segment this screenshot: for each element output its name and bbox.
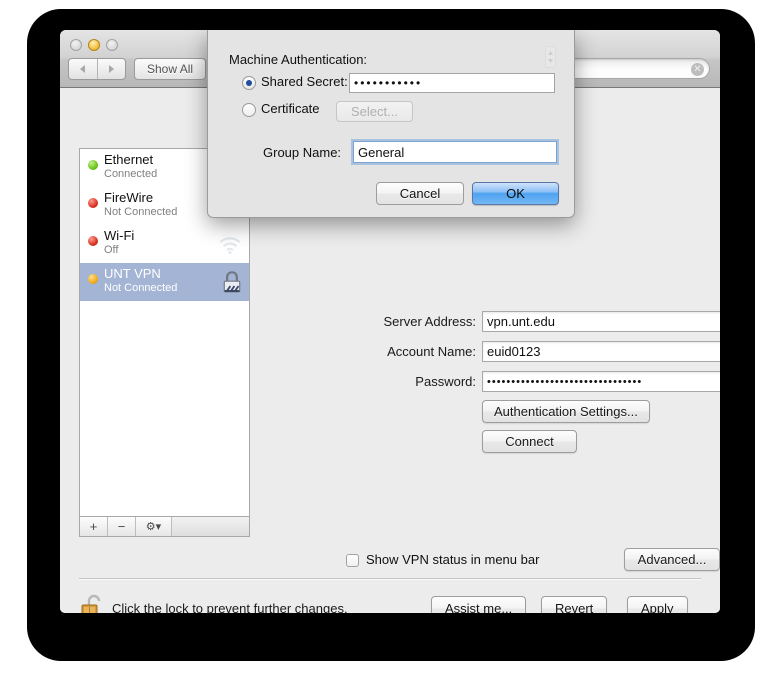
content-divider — [79, 578, 701, 580]
connect-button[interactable]: Connect — [482, 430, 577, 453]
service-name: FireWire — [104, 190, 154, 205]
account-name-label: Account Name: — [387, 344, 476, 359]
search-input[interactable] — [575, 61, 689, 79]
status-indicator-green — [88, 160, 98, 170]
status-indicator-red — [88, 198, 98, 208]
password-row: Password: — [261, 371, 720, 393]
show-vpn-status-label: Show VPN status in menu bar — [366, 552, 540, 567]
service-status: Connected — [104, 168, 158, 180]
list-item[interactable]: Wi-Fi Off — [80, 225, 249, 263]
vpn-lock-icon — [223, 271, 241, 293]
service-status: Off — [104, 244, 119, 256]
show-all-button[interactable]: Show All — [134, 58, 207, 80]
password-input[interactable] — [482, 371, 720, 392]
status-indicator-orange — [88, 274, 98, 284]
open-padlock-icon[interactable] — [80, 593, 106, 613]
back-button[interactable] — [69, 59, 97, 79]
shared-secret-input[interactable] — [349, 73, 555, 93]
service-name: Wi-Fi — [104, 228, 135, 243]
add-service-button[interactable]: + — [80, 517, 108, 536]
show-vpn-status-checkbox[interactable] — [346, 554, 359, 567]
chevron-down-icon: ▾ — [155, 521, 162, 533]
gear-icon: ⚙ — [145, 521, 156, 533]
group-name-label: Group Name: — [263, 145, 342, 160]
certificate-label: Certificate — [261, 101, 320, 116]
assist-me-button[interactable]: Assist me... — [431, 596, 527, 613]
sheet-title: Machine Authentication: — [229, 52, 368, 67]
select-certificate-button[interactable]: Select... — [336, 101, 413, 122]
apply-button[interactable]: Apply — [627, 596, 688, 613]
clear-circle-icon[interactable]: ✕ — [691, 63, 704, 76]
navigation-buttons — [68, 58, 126, 80]
list-item[interactable]: UNT VPN Not Connected — [80, 263, 249, 301]
shared-secret-label: Shared Secret: — [261, 74, 348, 89]
cancel-button[interactable]: Cancel — [376, 182, 464, 205]
service-status: Not Connected — [104, 206, 178, 218]
server-address-input[interactable] — [482, 311, 720, 332]
footer-filler — [172, 517, 249, 536]
service-list-footer: + − ⚙ ▾ — [79, 516, 250, 537]
authentication-settings-button[interactable]: Authentication Settings... — [482, 400, 650, 423]
advanced-button[interactable]: Advanced... — [624, 548, 720, 571]
network-preferences-window: Network Show All ✕ Ethernet — [60, 30, 720, 613]
certificate-radio[interactable] — [242, 103, 256, 117]
status-indicator-red — [88, 236, 98, 246]
triangle-left-icon — [80, 65, 86, 73]
revert-button[interactable]: Revert — [541, 596, 608, 613]
service-name: Ethernet — [104, 152, 154, 167]
ok-button[interactable]: OK — [472, 182, 559, 205]
server-address-row: Server Address: — [261, 311, 720, 333]
account-name-input[interactable] — [482, 341, 720, 362]
service-status: Not Connected — [104, 282, 178, 294]
password-label: Password: — [415, 374, 476, 389]
remove-service-button[interactable]: − — [108, 517, 136, 536]
triangle-right-icon — [108, 65, 114, 73]
account-name-row: Account Name: — [261, 341, 720, 363]
machine-authentication-sheet: Machine Authentication: Shared Secret: C… — [207, 30, 575, 218]
group-name-input[interactable] — [353, 141, 557, 163]
wifi-icon — [220, 237, 240, 254]
shared-secret-radio[interactable] — [242, 76, 256, 90]
lock-hint-text: Click the lock to prevent further change… — [112, 601, 348, 613]
server-address-label: Server Address: — [383, 314, 477, 329]
forward-button[interactable] — [96, 59, 126, 79]
stepper-icon — [545, 46, 556, 68]
service-name: UNT VPN — [104, 266, 161, 281]
action-gear-button[interactable]: ⚙ ▾ — [136, 517, 172, 536]
